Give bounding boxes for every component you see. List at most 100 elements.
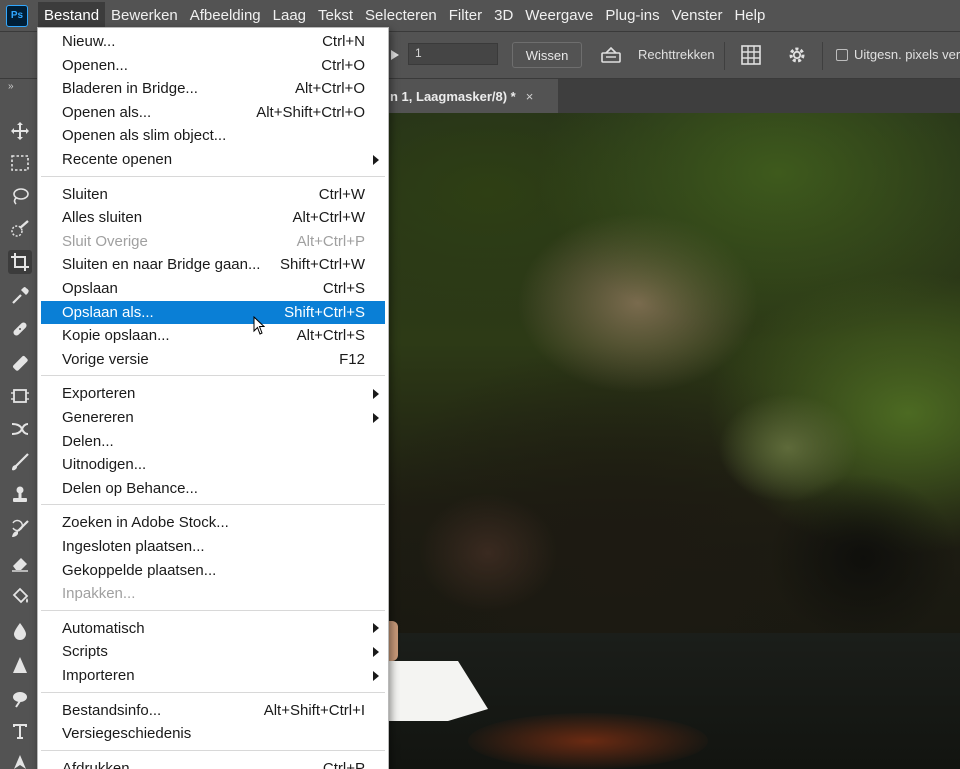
menu-separator: [41, 609, 385, 611]
menu-item-label: Kopie opslaan...: [62, 327, 170, 345]
ratio-value-input[interactable]: 1: [408, 43, 498, 65]
delete-cropped-pixels-label: Uitgesn. pixels ver: [854, 47, 960, 62]
menu-separator: [41, 375, 385, 377]
quick-selection-tool-icon[interactable]: [8, 217, 32, 241]
clone-stamp-tool-icon[interactable]: [8, 483, 32, 507]
grid-overlay-icon[interactable]: [740, 44, 762, 66]
submenu-arrow-icon: [373, 646, 379, 657]
close-icon[interactable]: ×: [526, 89, 534, 104]
menu-item-label: Sluiten: [62, 185, 108, 203]
menu-item-delen[interactable]: Delen...: [41, 430, 385, 453]
paint-bucket-tool-icon[interactable]: [8, 584, 32, 608]
menu-selecteren[interactable]: Selecteren: [359, 2, 443, 29]
menu-bewerken[interactable]: Bewerken: [105, 2, 184, 29]
delete-cropped-pixels-checkbox[interactable]: [836, 49, 848, 61]
menu-tekst[interactable]: Tekst: [312, 2, 359, 29]
menu-item-openen[interactable]: Openen... Ctrl+O: [41, 54, 385, 77]
document-tab[interactable]: n 1, Laagmasker/8) * ×: [388, 79, 558, 113]
menu-separator: [41, 504, 385, 506]
menu-plugins[interactable]: Plug-ins: [599, 2, 665, 29]
menu-laag[interactable]: Laag: [267, 2, 312, 29]
type-tool-icon[interactable]: [8, 719, 32, 743]
eyedropper-tool-icon[interactable]: [8, 284, 32, 308]
dodge-tool-icon[interactable]: [8, 686, 32, 710]
menu-item-exporteren[interactable]: Exporteren: [41, 382, 385, 405]
menu-item-shortcut: Ctrl+P: [322, 759, 365, 769]
menu-item-label: Bestandsinfo...: [62, 701, 162, 719]
menu-item-label: Importeren: [62, 667, 135, 684]
menu-3d[interactable]: 3D: [488, 2, 519, 29]
menu-item-gekoppelde-plaatsen[interactable]: Gekoppelde plaatsen...: [41, 559, 385, 582]
menu-item-uitnodigen[interactable]: Uitnodigen...: [41, 453, 385, 476]
frame-tool-icon[interactable]: [8, 384, 32, 408]
menu-item-recente-openen[interactable]: Recente openen: [41, 148, 385, 171]
menu-item-kopie-opslaan[interactable]: Kopie opslaan... Alt+Ctrl+S: [41, 324, 385, 347]
sharpen-tool-icon[interactable]: [8, 653, 32, 677]
menu-item-vorige-versie[interactable]: Vorige versie F12: [41, 348, 385, 371]
menu-item-afdrukken[interactable]: Afdrukken... Ctrl+P: [41, 757, 385, 769]
healing-brush-tool-icon[interactable]: [8, 317, 32, 341]
blur-tool-icon[interactable]: [8, 619, 32, 643]
menu-item-shortcut: Shift+Ctrl+W: [279, 256, 365, 274]
menu-item-sluiten-en-naar-bridge-gaan[interactable]: Sluiten en naar Bridge gaan... Shift+Ctrl…: [41, 253, 385, 276]
menu-item-scripts[interactable]: Scripts: [41, 640, 385, 663]
menu-venster[interactable]: Venster: [666, 2, 729, 29]
marquee-tool-icon[interactable]: [8, 151, 32, 175]
history-brush-tool-icon[interactable]: [8, 517, 32, 541]
canvas-rock: [418, 493, 558, 613]
straighten-label[interactable]: Rechttrekken: [638, 47, 715, 62]
submenu-arrow-icon: [373, 670, 379, 681]
menu-item-versiegeschiedenis[interactable]: Versiegeschiedenis: [41, 722, 385, 745]
paint-brush-tool-icon[interactable]: [8, 450, 32, 474]
menu-weergave[interactable]: Weergave: [519, 2, 599, 29]
menu-item-opslaan-als[interactable]: Opslaan als... Shift+Ctrl+S: [41, 300, 385, 324]
options-separator: [724, 42, 725, 70]
menu-item-ingesloten-plaatsen[interactable]: Ingesloten plaatsen...: [41, 535, 385, 558]
straighten-icon[interactable]: [600, 44, 622, 66]
menu-item-alles-sluiten[interactable]: Alles sluiten Alt+Ctrl+W: [41, 206, 385, 229]
menu-item-zoeken-in-adobe-stock[interactable]: Zoeken in Adobe Stock...: [41, 511, 385, 534]
canvas-figure-arm: [388, 621, 398, 661]
menu-item-openen-als[interactable]: Openen als... Alt+Shift+Ctrl+O: [41, 101, 385, 124]
menu-item-bestandsinfo[interactable]: Bestandsinfo... Alt+Shift+Ctrl+I: [41, 699, 385, 722]
menu-item-label: Vorige versie: [62, 350, 149, 368]
menu-item-importeren[interactable]: Importeren: [41, 664, 385, 687]
menu-separator: [41, 691, 385, 693]
menu-item-label: Sluit Overige: [62, 232, 148, 250]
content-aware-move-tool-icon[interactable]: [8, 417, 32, 441]
menu-item-genereren[interactable]: Genereren: [41, 406, 385, 429]
clear-button[interactable]: Wissen: [512, 42, 582, 68]
document-canvas[interactable]: [388, 113, 960, 769]
menu-item-shortcut: Shift+Ctrl+S: [284, 303, 365, 321]
photoshop-logo-icon[interactable]: Ps: [6, 4, 28, 27]
menu-item-openen-als-slim-object[interactable]: Openen als slim object...: [41, 124, 385, 147]
submenu-arrow-icon: [373, 154, 379, 165]
gear-icon[interactable]: [786, 44, 808, 66]
menu-item-delen-op-behance[interactable]: Delen op Behance...: [41, 477, 385, 500]
menu-item-sluit-overige: Sluit Overige Alt+Ctrl+P: [41, 230, 385, 253]
lasso-tool-icon[interactable]: [8, 184, 32, 208]
menu-afbeelding[interactable]: Afbeelding: [184, 2, 267, 29]
menu-item-label: Nieuw...: [62, 33, 116, 50]
menu-item-nieuw[interactable]: Nieuw... Ctrl+N: [41, 30, 385, 53]
menu-item-opslaan[interactable]: Opslaan Ctrl+S: [41, 277, 385, 300]
menu-item-bladeren-in-bridge[interactable]: Bladeren in Bridge... Alt+Ctrl+O: [41, 77, 385, 100]
menu-item-shortcut: Alt+Shift+Ctrl+I: [263, 701, 365, 719]
menu-bestand[interactable]: Bestand: [38, 2, 106, 29]
collapse-toolbar-icon[interactable]: »: [8, 81, 14, 92]
menu-item-label: Zoeken in Adobe Stock...: [62, 514, 229, 532]
crop-tool-icon[interactable]: [8, 250, 32, 274]
pen-tool-icon[interactable]: [8, 751, 32, 769]
options-separator: [822, 42, 823, 70]
submenu-arrow-icon: [373, 623, 379, 634]
menu-filter[interactable]: Filter: [443, 2, 488, 29]
menu-item-automatisch[interactable]: Automatisch: [41, 617, 385, 640]
menu-item-inpakken: Inpakken...: [41, 582, 385, 605]
menu-item-label: Sluiten en naar Bridge gaan...: [62, 256, 261, 274]
move-tool-icon[interactable]: [8, 119, 32, 143]
menu-item-sluiten[interactable]: Sluiten Ctrl+W: [41, 183, 385, 206]
brush-tool-icon[interactable]: [8, 351, 32, 375]
eraser-tool-icon[interactable]: [8, 551, 32, 575]
menu-help[interactable]: Help: [728, 2, 771, 29]
menu-item-label: Opslaan als...: [62, 303, 154, 321]
